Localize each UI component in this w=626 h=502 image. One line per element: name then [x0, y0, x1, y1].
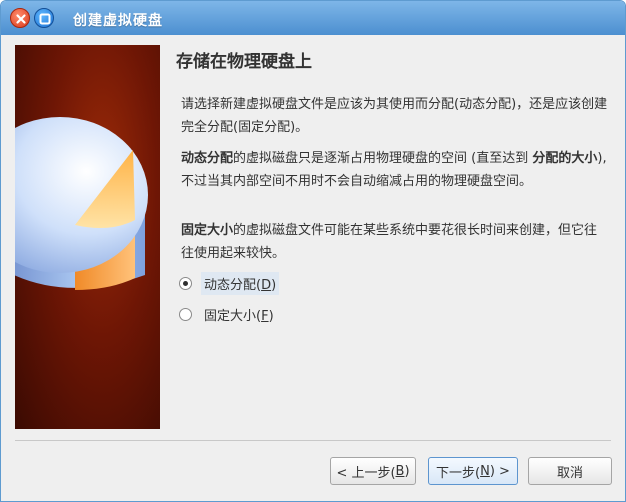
disk-pie-chart-illustration — [15, 117, 148, 290]
radio-fixed-suffix: ) — [268, 308, 274, 324]
page-heading: 存储在物理硬盘上 — [176, 52, 312, 72]
next-button[interactable]: 下一步(N) > — [428, 457, 518, 485]
back-button-mnemonic: B — [395, 463, 405, 479]
back-button-text: < 上一步( — [336, 465, 396, 481]
window-title: 创建虚拟硬盘 — [73, 13, 163, 29]
next-button-text: 下一步( — [436, 465, 481, 481]
description-paragraph: 请选择新建虚拟硬盘文件是应该为其使用而分配(动态分配)，还是应该创建完全分配(固… — [181, 97, 608, 135]
radio-dynamic-text: 动态分配( — [204, 277, 262, 293]
footer-separator — [15, 440, 611, 441]
dialog-window: 创建虚拟硬盘 存储在物理硬盘上 请选择新建虚拟硬盘文件是应该为其使用而分配(动态… — [0, 0, 626, 502]
maximize-icon — [39, 13, 51, 25]
dynamic-term: 动态分配 — [181, 151, 234, 166]
close-button[interactable] — [10, 8, 30, 28]
radio-fixed-text: 固定大小( — [204, 308, 262, 324]
next-button-mnemonic: N — [480, 463, 490, 479]
radio-fixed-mnemonic: F — [261, 308, 269, 324]
radio-dynamic[interactable] — [179, 276, 192, 290]
radio-option-dynamic[interactable]: 动态分配(D) — [179, 271, 280, 295]
radio-dynamic-suffix: ) — [271, 277, 277, 293]
title-bar[interactable]: 创建虚拟硬盘 — [1, 1, 625, 35]
radio-dynamic-label[interactable]: 动态分配(D) — [201, 271, 280, 295]
radio-option-fixed[interactable]: 固定大小(F) — [179, 303, 277, 325]
radio-fixed[interactable] — [179, 307, 192, 321]
radio-dynamic-mnemonic: D — [261, 277, 272, 293]
dynamic-description: 动态分配的虚拟磁盘只是逐渐占用物理硬盘的空间 (直至达到 分配的大小), 不过当… — [181, 147, 609, 193]
allocated-size-term: 分配的大小 — [532, 151, 598, 166]
dynamic-text: 的虚拟磁盘只是逐渐占用物理硬盘的空间 (直至达到 — [233, 151, 533, 166]
next-button-suffix: ) > — [489, 463, 510, 479]
close-icon — [16, 14, 26, 24]
cancel-button[interactable]: 取消 — [528, 457, 612, 485]
maximize-button[interactable] — [34, 8, 54, 28]
back-button[interactable]: < 上一步(B) — [330, 457, 416, 485]
back-button-suffix: ) — [404, 463, 410, 479]
fixed-term: 固定大小 — [181, 223, 234, 238]
fixed-text: 的虚拟磁盘文件可能在某些系统中要花很长时间来创建，但它往往使用起来较快。 — [181, 223, 598, 261]
disk-illustration — [15, 45, 160, 429]
fixed-description: 固定大小的虚拟磁盘文件可能在某些系统中要花很长时间来创建，但它往往使用起来较快。 — [181, 219, 609, 265]
radio-fixed-label[interactable]: 固定大小(F) — [201, 303, 277, 326]
